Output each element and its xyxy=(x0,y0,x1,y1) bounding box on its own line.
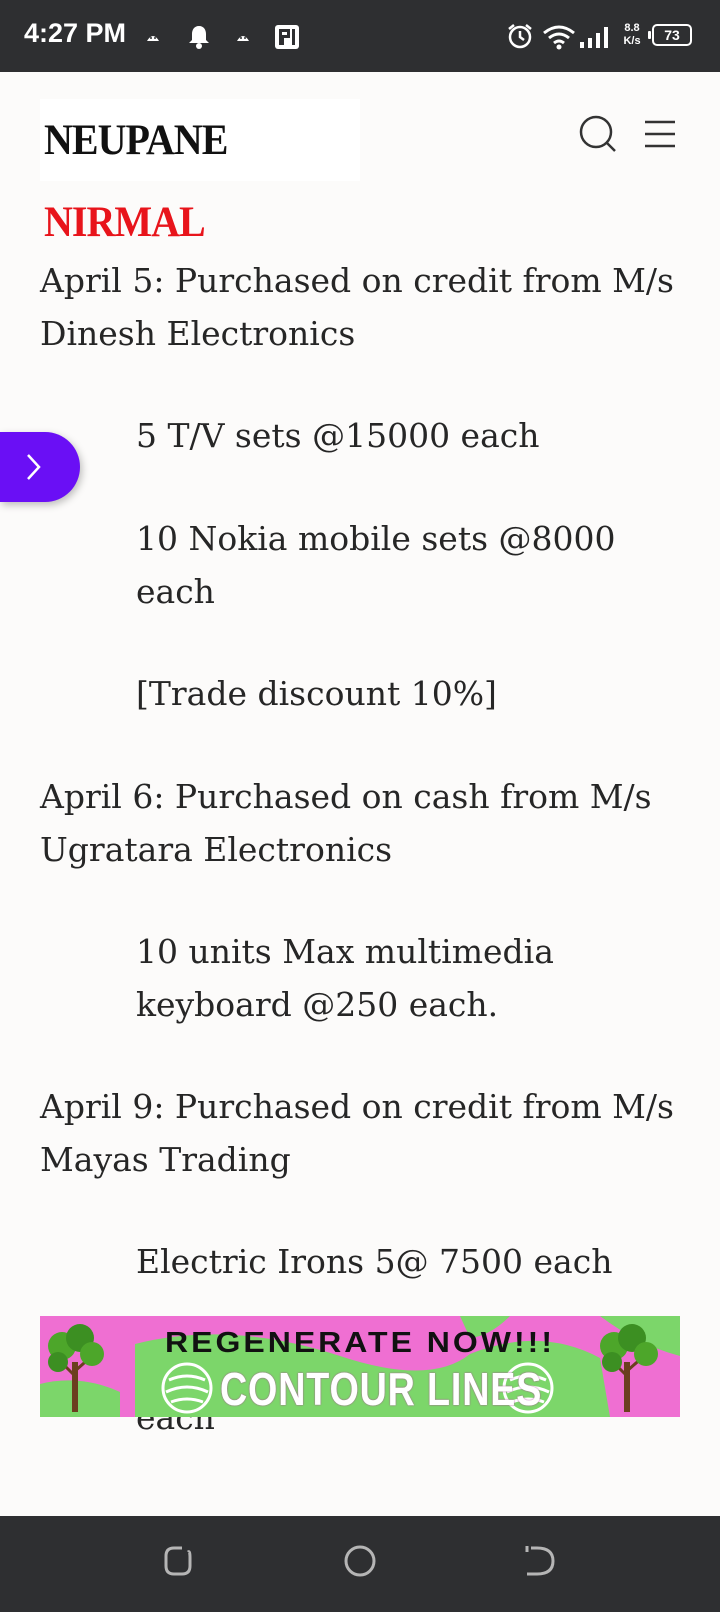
paragraph: 5 T/V sets @15000 each xyxy=(136,416,540,455)
search-icon[interactable] xyxy=(578,114,618,154)
paragraph: [Trade discount 10%] xyxy=(136,674,497,713)
paragraph: Electric Irons 5@ 7500 each xyxy=(136,1242,613,1281)
net-speed-unit: K/s xyxy=(623,35,641,47)
net-speed: 8.8 K/s xyxy=(619,22,645,48)
chevron-right-icon xyxy=(27,454,41,480)
banner-title: CONTOUR LINES xyxy=(220,1363,543,1415)
site-header: NEUPANE NIRMAL xyxy=(0,72,720,246)
signal-icon xyxy=(580,27,608,48)
wifi-icon xyxy=(543,25,575,50)
status-time: 4:27 PM xyxy=(24,18,127,48)
paragraph: April 9: Purchased on credit from M/s Ma… xyxy=(40,1087,674,1179)
paragraph: April 6: Purchased on cash from M/s Ugra… xyxy=(40,777,652,869)
recent-apps-icon[interactable] xyxy=(162,1544,196,1578)
android-icon xyxy=(147,36,159,41)
back-icon[interactable] xyxy=(523,1544,557,1578)
side-drawer-toggle[interactable] xyxy=(0,432,80,502)
bell-icon xyxy=(189,26,209,49)
site-logo[interactable]: NEUPANE NIRMAL xyxy=(40,98,360,246)
battery-icon: 73 xyxy=(648,24,692,46)
system-nav-bar xyxy=(0,1516,720,1612)
pi-icon xyxy=(275,25,299,49)
paragraph: 10 Nokia mobile sets @8000 each xyxy=(136,519,616,611)
android-icon xyxy=(237,36,249,41)
alarm-icon xyxy=(508,24,532,49)
banner-headline: REGENERATE NOW!!! xyxy=(165,1325,555,1359)
ad-banner[interactable]: REGENERATE NOW!!! CONTOUR LINES xyxy=(40,1316,680,1417)
net-speed-value: 8.8 xyxy=(624,22,640,34)
hamburger-menu-icon[interactable] xyxy=(643,118,677,150)
logo-part1: NEUPANE xyxy=(44,115,228,164)
status-bar: 4:27 PM 8.8 K/s 73 xyxy=(0,0,720,72)
paragraph: April 5: Purchased on credit from M/s Di… xyxy=(40,261,674,353)
paragraph: 10 units Max multimedia keyboard @250 ea… xyxy=(136,932,554,1024)
home-icon[interactable] xyxy=(343,1544,377,1578)
